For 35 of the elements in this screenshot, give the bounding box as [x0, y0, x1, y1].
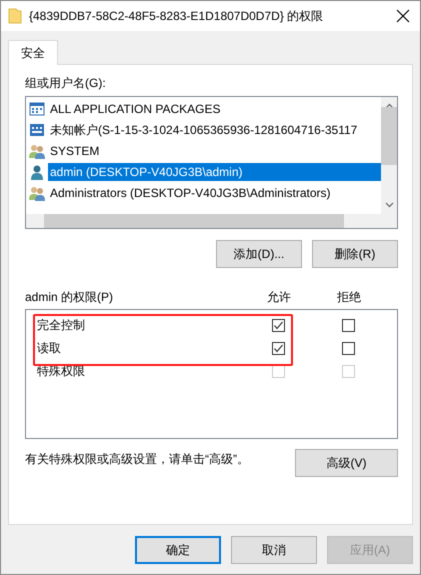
dialog-button[interactable]: 删除(R)	[312, 240, 398, 268]
grid-window-icon	[29, 122, 45, 138]
close-icon[interactable]	[396, 9, 410, 23]
group-label: 组或用户名(G):	[25, 75, 107, 91]
users-icon	[29, 184, 45, 200]
checkbox[interactable]	[342, 319, 354, 332]
permission-name: 完全控制	[37, 317, 86, 334]
scroll-up-icon[interactable]	[384, 103, 394, 109]
user-list-item[interactable]: admin (DESKTOP-V40JG3B\admin)	[48, 162, 381, 180]
dialog-button[interactable]: 添加(D)...	[216, 240, 302, 268]
user-icon	[29, 164, 45, 180]
permissions-label: admin 的权限(P)	[25, 288, 114, 306]
user-list-item[interactable]: ALL APPLICATION PACKAGES	[48, 100, 223, 118]
dialog-button[interactable]: 确定	[135, 536, 221, 564]
checkbox[interactable]	[272, 319, 284, 332]
vertical-scrollbar[interactable]	[381, 97, 397, 214]
window-title: {4839DDB7-58C2-48F5-8283-E1D1807D0D7D} 的权限	[29, 8, 324, 24]
advanced-button[interactable]: 高级(V)	[295, 449, 398, 477]
user-list-item[interactable]: Administrators (DESKTOP-V40JG3B\Administrators)	[48, 184, 333, 202]
column-header: 允许	[266, 288, 292, 306]
folder-icon	[8, 8, 22, 24]
column-header: 拒绝	[336, 288, 362, 306]
permission-name: 读取	[37, 340, 62, 357]
tab[interactable]: 安全	[8, 40, 58, 65]
permission-name: 特殊权限	[37, 363, 86, 380]
dialog-button[interactable]: 取消	[231, 536, 317, 564]
checkbox[interactable]	[342, 342, 354, 355]
horizontal-scrollbar[interactable]	[26, 214, 397, 228]
checkbox[interactable]	[272, 342, 284, 355]
user-list-item[interactable]: SYSTEM	[48, 142, 102, 160]
advanced-hint: 有关特殊权限或高级设置，请单击“高级”。	[25, 451, 249, 468]
user-list-item[interactable]: 未知帐户(S-1-15-3-1024-1065365936-1281604716-35117	[48, 120, 360, 138]
scroll-down-icon[interactable]	[384, 202, 394, 208]
users-icon	[29, 142, 45, 158]
grid-window-icon	[29, 100, 45, 116]
